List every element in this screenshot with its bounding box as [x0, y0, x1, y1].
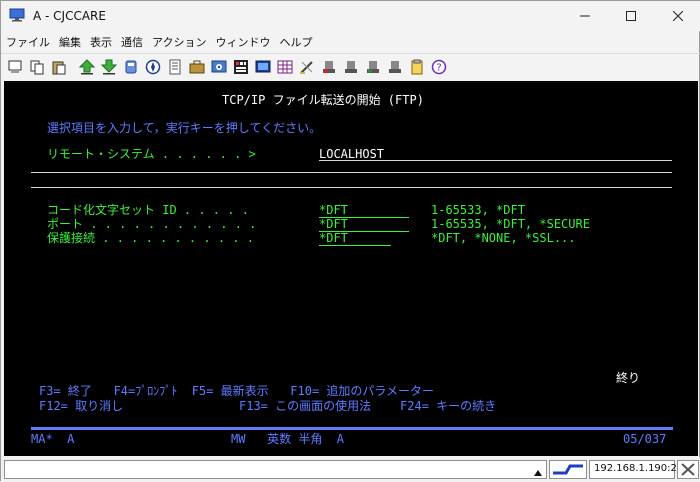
minimize-icon	[580, 15, 590, 17]
record-icon	[322, 60, 335, 73]
scroll-up-button[interactable]	[533, 463, 543, 482]
menu-bar: ファイル 編集 表示 通信 アクション ウィンドウ ヘルプ	[1, 31, 700, 53]
display-button[interactable]	[253, 57, 272, 76]
play-icon	[366, 60, 379, 73]
menu-action[interactable]: アクション	[147, 34, 210, 50]
send-file-icon	[78, 58, 95, 74]
minimize-button[interactable]	[562, 1, 608, 31]
help-icon: ?	[431, 59, 446, 74]
param-port-label: ポート . . . . . . . . . . . .	[47, 217, 257, 231]
menu-file[interactable]: ファイル	[1, 34, 54, 50]
toolbar: ?	[1, 53, 700, 79]
receive-file-button[interactable]	[99, 57, 118, 76]
macro-icon	[125, 60, 136, 73]
param-ccsid-input[interactable]: *DFT	[319, 203, 409, 218]
compass-button[interactable]	[143, 57, 162, 76]
param-secure-allowed: *DFT, *NONE, *SSL...	[431, 231, 576, 245]
screen-title: TCP/IP ファイル転送の開始 (FTP)	[222, 93, 424, 107]
paste-button[interactable]	[49, 57, 68, 76]
input-line-3[interactable]	[31, 187, 672, 188]
oia-right: 05/037	[623, 432, 667, 446]
copy-icon	[30, 60, 43, 74]
window-title: A - CJCCARE	[33, 9, 106, 23]
input-line-2[interactable]	[31, 172, 672, 173]
compass-icon	[145, 59, 160, 74]
print-screen-icon	[8, 60, 21, 73]
connection-indicator	[549, 460, 587, 479]
connection-icon	[553, 464, 583, 475]
instruction-text: 選択項目を入力して，実行キーを押してください。	[47, 121, 322, 135]
pencil-edit-icon	[299, 60, 313, 74]
maximize-button[interactable]	[608, 1, 654, 31]
settings-button[interactable]	[209, 57, 228, 76]
remote-system-input[interactable]: LOCALHOST	[319, 147, 384, 161]
function-keys-row1: F3= 終了 F4=ﾌﾟﾛﾝﾌﾟﾄ F5= 最新表示 F10= 追加のパラメータ…	[39, 384, 435, 398]
host-address: 192.168.1.190:23	[594, 463, 684, 474]
receive-file-icon	[100, 59, 117, 74]
menu-communication[interactable]: 通信	[116, 34, 147, 50]
keyboard-map-icon	[233, 59, 248, 74]
record-button[interactable]	[319, 57, 338, 76]
macro-button[interactable]	[121, 57, 140, 76]
display-icon	[255, 60, 270, 72]
remote-system-underline	[319, 160, 672, 161]
triangle-up-icon	[534, 470, 542, 476]
toolbox-icon	[189, 60, 204, 73]
keyboard-map-button[interactable]	[231, 57, 250, 76]
function-keys-row2b: F13= この画面の使用法 F24= キーの続き	[239, 399, 497, 413]
pencil-edit-button[interactable]	[297, 57, 316, 76]
print-screen-button[interactable]	[5, 57, 24, 76]
clipboard-icon	[411, 59, 422, 74]
param-ccsid-label: コード化文字セット ID . . . . .	[47, 203, 249, 217]
oia-separator	[31, 427, 673, 430]
param-secure-input[interactable]: *DFT	[319, 231, 391, 246]
param-secure-label: 保護接続 . . . . . . . . . . .	[47, 231, 254, 245]
oia-left: MA* A	[31, 432, 75, 446]
help-button[interactable]: ?	[429, 57, 448, 76]
menu-window[interactable]: ウィンドウ	[210, 34, 274, 50]
stop-button[interactable]	[341, 57, 360, 76]
svg-text:?: ?	[436, 62, 441, 73]
close-button[interactable]	[655, 1, 700, 31]
menu-view[interactable]: 表示	[85, 34, 116, 50]
terminal-screen[interactable]: TCP/IP ファイル転送の開始 (FTP) 選択項目を入力して，実行キーを押し…	[4, 81, 698, 456]
lock-indicator	[677, 460, 699, 479]
maximize-icon	[626, 11, 636, 21]
monitor-icon	[9, 8, 25, 22]
play-button[interactable]	[363, 57, 382, 76]
lock-icon	[681, 463, 695, 476]
send-file-button[interactable]	[77, 57, 96, 76]
param-ccsid-allowed: 1-65533, *DFT	[431, 203, 525, 217]
emulator-window: A - CJCCARE ファイル 編集 表示 通信 アクション ウィンドウ ヘル…	[0, 0, 700, 482]
grid-icon	[277, 60, 292, 73]
copy-button[interactable]	[27, 57, 46, 76]
status-bar: 192.168.1.190:23	[1, 457, 700, 482]
oia-mid: MW 英数 半角 A	[231, 432, 345, 446]
pause-icon	[388, 60, 401, 73]
status-field-main	[4, 460, 547, 479]
remote-system-label: リモート・システム . . . . . . >	[47, 147, 256, 161]
param-port-input[interactable]: *DFT	[319, 217, 409, 232]
title-bar: A - CJCCARE	[1, 1, 700, 31]
pause-button[interactable]	[385, 57, 404, 76]
settings-icon	[211, 60, 226, 72]
close-icon	[673, 11, 683, 21]
notes-icon	[169, 59, 180, 74]
stop-icon	[344, 60, 357, 73]
menu-edit[interactable]: 編集	[54, 34, 85, 50]
notes-button[interactable]	[165, 57, 184, 76]
paste-icon	[52, 61, 65, 74]
grid-button[interactable]	[275, 57, 294, 76]
toolbox-button[interactable]	[187, 57, 206, 76]
function-keys-row2a: F12= 取り消し	[39, 399, 124, 413]
end-marker: 終り	[616, 371, 641, 385]
menu-help[interactable]: ヘルプ	[274, 34, 316, 50]
param-port-allowed: 1-65535, *DFT, *SECURE	[431, 217, 590, 231]
clipboard-button[interactable]	[407, 57, 426, 76]
